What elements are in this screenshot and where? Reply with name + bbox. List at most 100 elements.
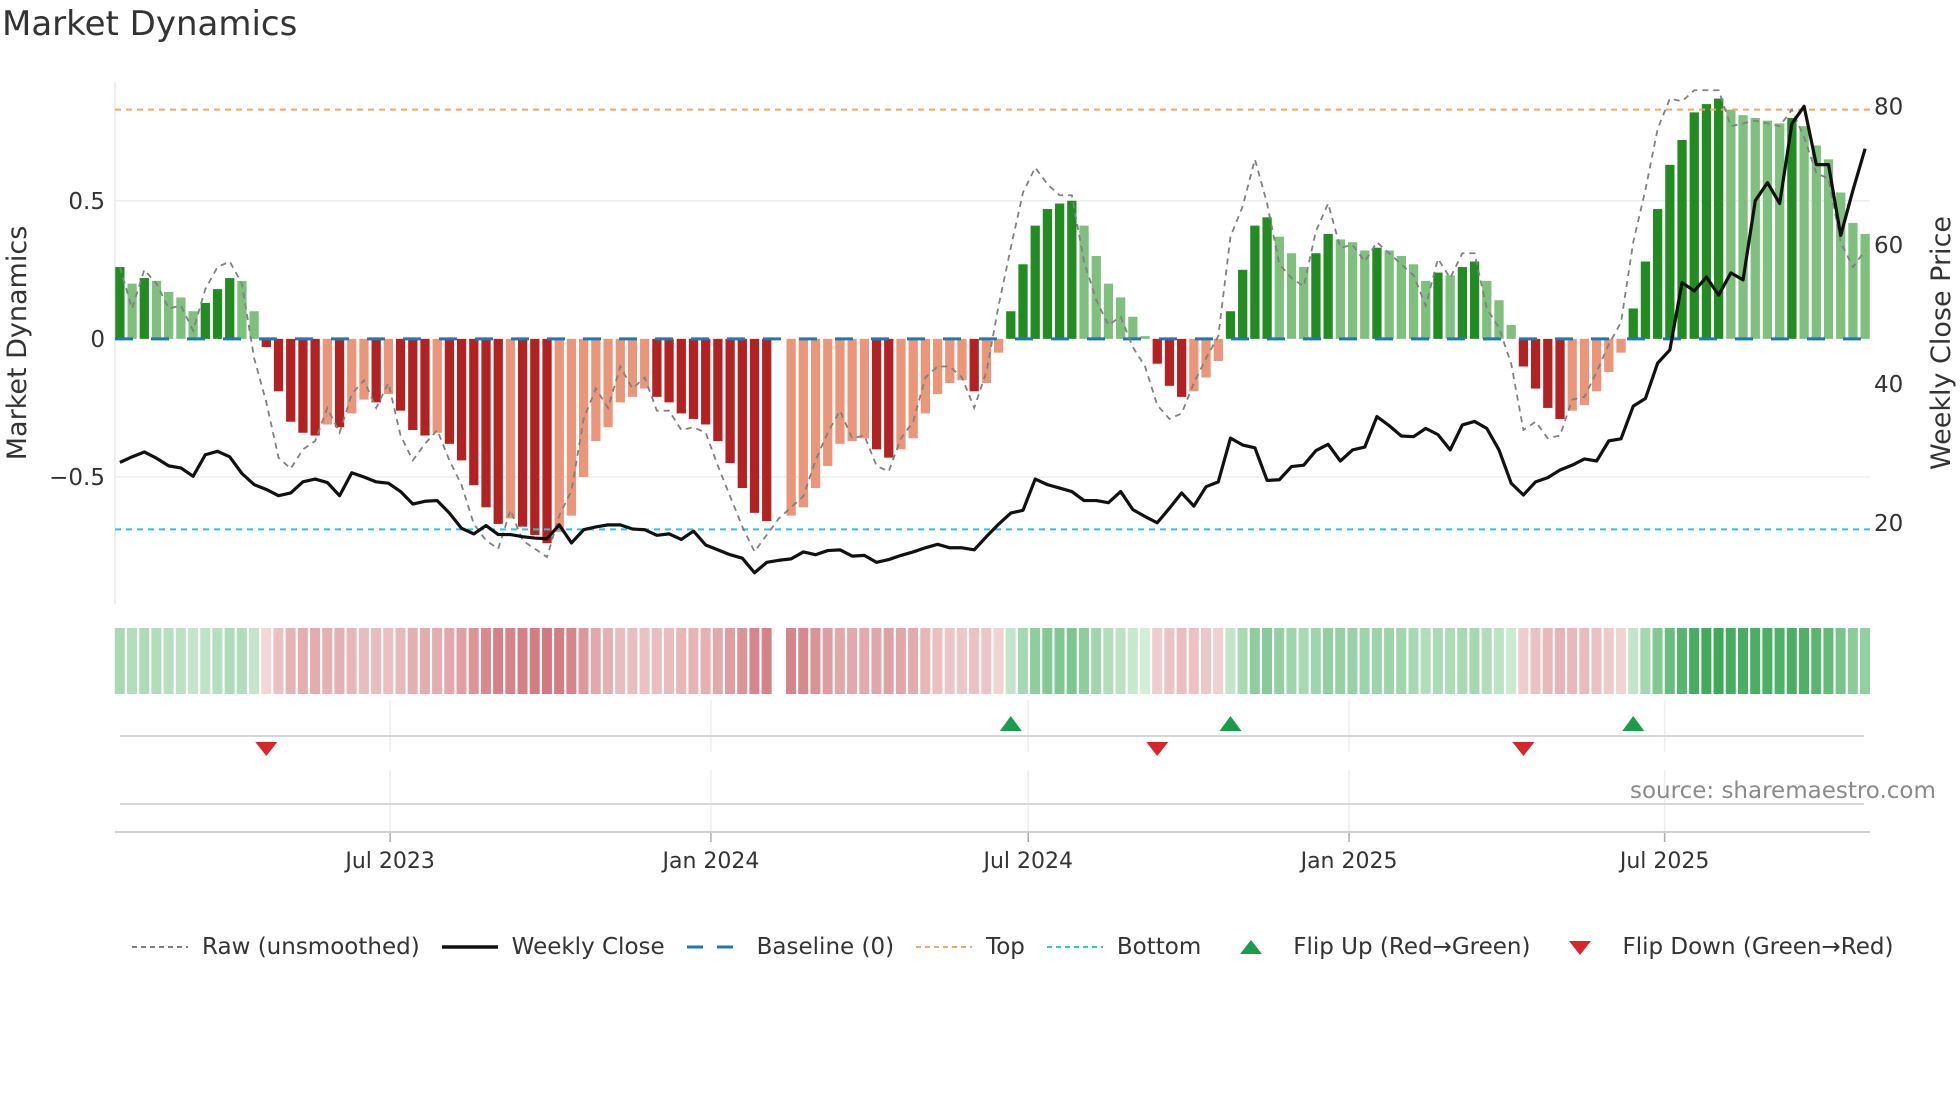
legend-baseline-label: Baseline (0) (756, 934, 895, 960)
dynamics-bar (810, 338, 821, 488)
heatmap-cell (1261, 628, 1273, 694)
dynamics-bar (469, 338, 479, 486)
heatmap-cell (1860, 628, 1871, 694)
heatmap-cell (188, 628, 199, 694)
legend-top-label: Top (986, 934, 1025, 960)
heatmap-cell (200, 628, 211, 694)
heatmap-cell (969, 628, 980, 694)
heatmap-cell (602, 628, 613, 694)
source-note: source: sharemaestro.com (1630, 778, 1936, 804)
heatmap-cell (1213, 628, 1224, 694)
heatmap-cell (786, 628, 797, 694)
dynamics-bar (823, 338, 833, 466)
dynamics-bar (456, 338, 467, 461)
heatmap-cell (688, 628, 699, 694)
heatmap-cell (249, 628, 260, 694)
dynamics-bar (1543, 338, 1553, 408)
dynamics-bar (1689, 112, 1699, 339)
dynamics-bar (273, 338, 284, 392)
dynamics-bar (737, 338, 747, 488)
heatmap-cell (1689, 628, 1700, 694)
heatmap-cell (1811, 628, 1822, 694)
dynamics-bar (383, 338, 394, 395)
legend-raw: Raw (unsmoothed) (132, 934, 420, 960)
dynamics-bar (664, 338, 674, 403)
dynamics-bar (908, 338, 918, 439)
dynamics-bar (1433, 272, 1443, 339)
dynamics-bar (554, 338, 564, 533)
heatmap-cell (419, 628, 430, 694)
legend-flip-up: Flip Up (Red→Green) (1223, 934, 1530, 960)
dynamics-bar (676, 338, 686, 414)
y-axis-title: Market Dynamics (2, 226, 33, 461)
x-tick-label: Jan 2025 (1299, 849, 1398, 874)
dynamics-bar (200, 302, 210, 339)
legend: Raw (unsmoothed) Weekly Close Baseline (… (132, 934, 1915, 960)
legend-baseline-swatch (686, 945, 743, 949)
dynamics-bar (932, 338, 943, 395)
dynamics-bar (139, 278, 149, 339)
heatmap-cell (920, 628, 931, 694)
heatmap-cell (615, 628, 626, 694)
dynamics-bar (847, 338, 857, 442)
heatmap-cell (1713, 628, 1724, 694)
heatmap-cell (273, 628, 284, 694)
heatmap-cell (1408, 628, 1419, 694)
heatmap-cell (1457, 628, 1468, 694)
dynamics-bar (1799, 126, 1809, 339)
dynamics-bar (920, 338, 931, 414)
dynamics-bar (945, 338, 955, 384)
dynamics-bar (1421, 280, 1431, 339)
heatmap-cell (1542, 628, 1553, 694)
legend-close: Weekly Close (441, 934, 665, 960)
dynamics-bar (517, 338, 528, 527)
y-tick-label: −0.5 (49, 465, 105, 491)
dynamics-bar (1140, 336, 1150, 339)
heatmap-cell (480, 628, 491, 694)
dynamics-bar (347, 338, 357, 414)
heatmap-cell (1005, 628, 1016, 694)
dynamics-bar (1738, 115, 1748, 339)
heatmap-cell (1115, 628, 1126, 694)
heatmap-cell (1481, 628, 1492, 694)
heatmap-cell (1469, 628, 1480, 694)
heatmap-cell (1030, 628, 1041, 694)
heatmap-cell (712, 628, 723, 694)
heatmap-cell (1091, 628, 1102, 694)
heatmap-cell (212, 628, 223, 694)
heatmap-cell (395, 628, 406, 694)
heatmap-cell (1152, 628, 1163, 694)
dynamics-bar (432, 338, 442, 433)
dynamics-bar (1250, 225, 1260, 339)
heatmap-cell (1847, 628, 1858, 694)
heatmap-cell (822, 628, 833, 694)
legend-baseline: Baseline (0) (686, 934, 895, 960)
heatmap-cell (371, 628, 382, 694)
heatmap-cell (1396, 628, 1407, 694)
heatmap-cell (1762, 628, 1773, 694)
legend-raw-swatch (132, 946, 188, 948)
dynamics-bar (1311, 253, 1321, 339)
heatmap-cell (1652, 628, 1663, 694)
heatmap-cell (932, 628, 943, 694)
heatmap-cell (1371, 628, 1382, 694)
heatmap-cell (1359, 628, 1370, 694)
dynamics-bar (1335, 239, 1345, 339)
heatmap-cell (871, 628, 882, 694)
heatmap-cell (541, 628, 552, 694)
y2-tick-label: 80 (1874, 94, 1903, 120)
heatmap-cell (1750, 628, 1761, 694)
heatmap-cell (1384, 628, 1395, 694)
heatmap-cell (1835, 628, 1846, 694)
dynamics-bar (1286, 253, 1297, 339)
dynamics-bar (298, 338, 308, 433)
heatmap-cell (407, 628, 418, 694)
dynamics-bar (701, 338, 711, 425)
heatmap-cell (895, 628, 906, 694)
heatmap-cell (1188, 628, 1199, 694)
heatmap-cell (859, 628, 870, 694)
heatmap-cell (1274, 628, 1285, 694)
heatmap-cell (1225, 628, 1236, 694)
heatmap-cell (468, 628, 479, 694)
dynamics-bar (871, 338, 882, 450)
